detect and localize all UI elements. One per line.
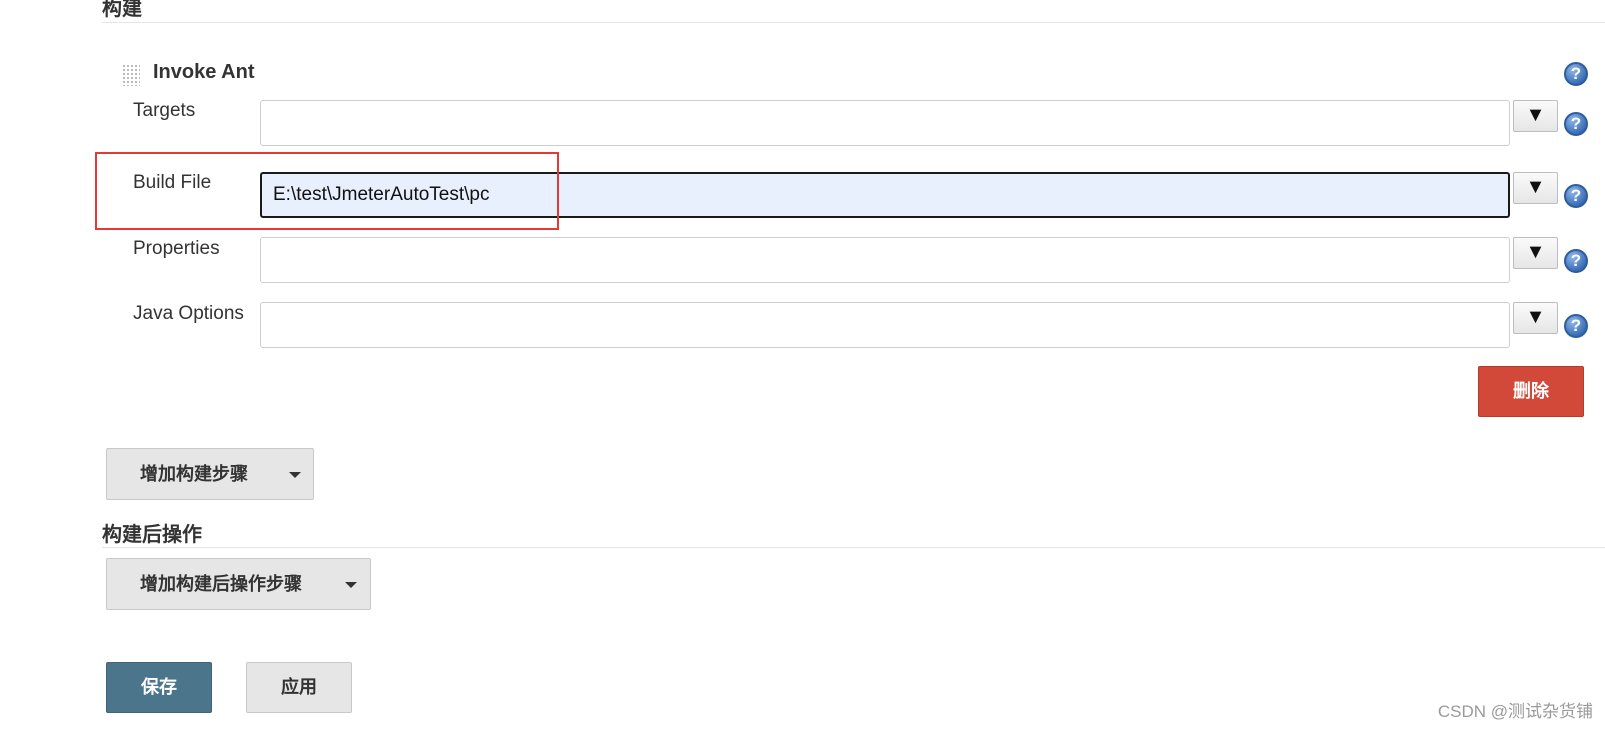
drag-handle-icon[interactable] xyxy=(122,64,140,86)
java-options-help-icon[interactable]: ? xyxy=(1564,314,1588,338)
build-file-help-icon[interactable]: ? xyxy=(1564,184,1588,208)
step-help-icon[interactable]: ? xyxy=(1564,62,1588,86)
build-section-divider xyxy=(102,22,1605,23)
targets-expand-button[interactable]: ▼ xyxy=(1513,100,1558,132)
java-options-expand-button[interactable]: ▼ xyxy=(1513,302,1558,334)
targets-input[interactable] xyxy=(260,100,1510,146)
build-section-title: 构建 xyxy=(102,0,142,20)
build-file-expand-button[interactable]: ▼ xyxy=(1513,172,1558,204)
properties-label: Properties xyxy=(133,238,220,259)
save-button[interactable]: 保存 xyxy=(106,662,212,713)
java-options-input[interactable] xyxy=(260,302,1510,348)
apply-button[interactable]: 应用 xyxy=(246,662,352,713)
add-build-step-label: 增加构建步骤 xyxy=(140,464,248,484)
add-post-build-step-label: 增加构建后操作步骤 xyxy=(140,574,302,594)
targets-help-icon[interactable]: ? xyxy=(1564,112,1588,136)
highlight-annotation-box xyxy=(95,152,559,230)
properties-help-icon[interactable]: ? xyxy=(1564,249,1588,273)
properties-input[interactable] xyxy=(260,237,1510,283)
post-build-section-title: 构建后操作 xyxy=(102,524,202,546)
post-build-section-divider xyxy=(102,547,1605,548)
java-options-label: Java Options xyxy=(133,303,244,324)
caret-down-icon xyxy=(345,582,357,588)
add-build-step-button[interactable]: 增加构建步骤 xyxy=(106,448,314,500)
delete-step-button[interactable]: 删除 xyxy=(1478,366,1584,417)
csdn-watermark: CSDN @测试杂货铺 xyxy=(1437,702,1593,721)
step-title: Invoke Ant xyxy=(153,61,255,83)
jenkins-config-page: 构建 Invoke Ant ? Targets ▼ ? Build File ▼… xyxy=(0,0,1605,730)
properties-expand-button[interactable]: ▼ xyxy=(1513,237,1558,269)
add-post-build-step-button[interactable]: 增加构建后操作步骤 xyxy=(106,558,371,610)
caret-down-icon xyxy=(289,472,301,478)
targets-label: Targets xyxy=(133,100,196,121)
